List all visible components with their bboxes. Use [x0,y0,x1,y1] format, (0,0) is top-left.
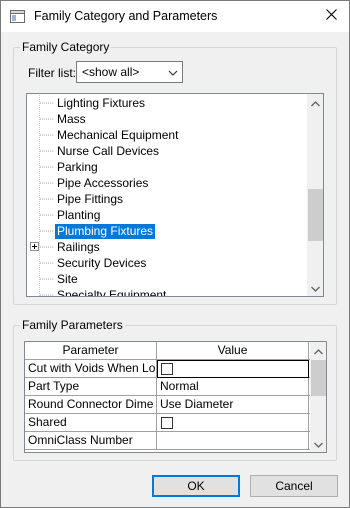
scroll-down-button[interactable] [310,435,326,452]
expand-plus-icon[interactable] [30,242,39,251]
tree-connector [38,239,55,255]
category-tree[interactable]: Lighting Fixtures Mass Mechanical Equipmen… [26,93,324,297]
tree-connector [38,255,55,271]
table-row[interactable]: OmniClass Number [25,432,310,450]
tree-item-label: Parking [57,160,98,174]
tree-item-label: Pipe Accessories [57,176,149,190]
parameter-value-cell[interactable] [157,414,309,432]
close-button[interactable] [319,5,343,27]
scroll-thumb[interactable] [308,189,323,241]
table-row[interactable]: Round Connector Dime Use Diameter [25,396,310,414]
tree-connector [38,95,55,111]
parameter-name-cell: Cut with Voids When Lo [25,360,157,378]
family-parameters-group: Family Parameters Parameter Value Cut wi… [13,318,337,461]
tree-item[interactable]: Security Devices [27,255,307,271]
tree-item-label: Lighting Fixtures [57,96,146,110]
tree-item-label: Railings [57,240,100,254]
tree-item[interactable]: Site [27,271,307,287]
tree-connector [38,175,55,191]
parameters-table: Parameter Value Cut with Voids When Lo Pa… [24,341,327,453]
tree-connector [38,207,55,223]
tree-item[interactable]: Mass [27,111,307,127]
tree-item[interactable]: Lighting Fixtures [27,95,307,111]
parameter-value-cell[interactable] [157,360,309,378]
tree-item-label: Nurse Call Devices [57,144,160,158]
parameter-value-cell[interactable] [157,432,309,450]
tree-item[interactable]: Railings [27,239,307,255]
scroll-down-button[interactable] [307,279,323,296]
title-bar: Family Category and Parameters [1,1,349,32]
tree-item[interactable]: Specialty Equipment [27,287,307,297]
parameter-checkbox[interactable] [161,417,173,429]
table-row[interactable]: Part Type Normal [25,378,310,396]
family-category-group: Family Category Filter list: <show all> … [13,40,337,305]
tree-item-label: Planting [57,208,101,222]
tree-item-label: Plumbing Fixtures [53,223,157,240]
tree-connector [38,127,55,143]
parameters-table-header: Parameter Value [25,342,310,360]
window-icon [10,10,25,23]
scroll-up-button[interactable] [310,342,326,359]
cancel-button[interactable]: Cancel [250,475,338,497]
parameter-name-cell: Part Type [25,378,157,396]
parameter-name-cell: Round Connector Dime [25,396,157,414]
parameter-name-cell: Shared [25,414,157,432]
tree-connector [38,287,55,296]
tree-connector [38,223,55,239]
family-category-group-label: Family Category [20,40,112,54]
tree-item[interactable]: Plumbing Fixtures [27,223,307,240]
table-row[interactable]: Cut with Voids When Lo [25,360,310,378]
chevron-up-icon [314,344,323,358]
tree-connector [38,111,55,127]
tree-item-label: Specialty Equipment [57,288,167,297]
parameter-value-cell[interactable]: Use Diameter [157,396,309,414]
tree-item[interactable]: Pipe Accessories [27,175,307,191]
tree-connector [38,271,55,287]
family-category-dialog: Family Category and Parameters Family Ca… [0,0,350,508]
close-icon [325,9,337,23]
parameter-name-cell: OmniClass Number [25,432,157,450]
filter-list-label: Filter list: [28,66,76,80]
chevron-down-icon [311,281,320,295]
tree-item-label: Site [57,272,78,286]
tree-item[interactable]: Planting [27,207,307,223]
tree-item-label: Mass [57,112,86,126]
filter-list-dropdown[interactable]: <show all> [76,61,183,83]
chevron-down-icon [314,437,323,451]
parameters-table-scrollbar[interactable] [310,342,326,452]
family-parameters-group-label: Family Parameters [20,318,125,332]
tree-item[interactable]: Parking [27,159,307,175]
tree-connector [38,191,55,207]
chevron-down-icon [168,67,178,77]
column-header-parameter[interactable]: Parameter [25,342,157,360]
filter-list-value: <show all> [82,65,140,79]
table-row[interactable]: Shared [25,414,310,432]
tree-connector [38,159,55,175]
tree-item-label: Mechanical Equipment [57,128,179,142]
chevron-up-icon [311,96,320,110]
tree-item[interactable]: Pipe Fittings [27,191,307,207]
parameter-value-cell[interactable]: Normal [157,378,309,396]
tree-item-label: Pipe Fittings [57,192,124,206]
ok-button[interactable]: OK [152,475,240,497]
scroll-thumb[interactable] [311,360,326,396]
column-header-value[interactable]: Value [157,342,309,360]
category-tree-scrollbar[interactable] [307,94,323,296]
tree-item-label: Security Devices [57,256,147,270]
tree-connector [38,143,55,159]
window-title: Family Category and Parameters [34,9,218,23]
tree-item[interactable]: Mechanical Equipment [27,127,307,143]
scroll-up-button[interactable] [307,94,323,111]
parameter-checkbox[interactable] [161,363,173,375]
tree-item[interactable]: Nurse Call Devices [27,143,307,159]
